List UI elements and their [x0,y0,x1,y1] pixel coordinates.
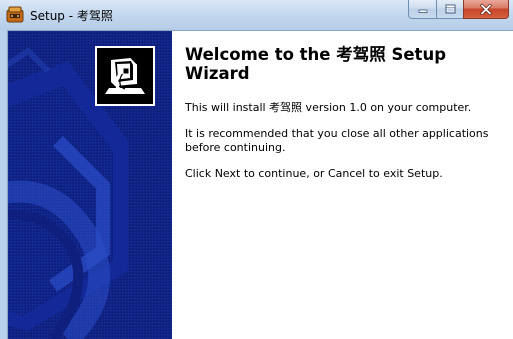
maximize-button[interactable] [436,0,463,19]
wizard-client-area: Welcome to the 考驾照 Setup Wizard This wil… [7,30,513,339]
minimize-icon [418,9,427,13]
install-computer-icon [97,48,153,104]
close-icon [480,3,492,15]
close-button[interactable] [463,0,509,19]
wizard-heading: Welcome to the 考驾照 Setup Wizard [185,45,447,83]
maximize-icon [445,4,455,14]
recommendation-text: It is recommended that you close all oth… [185,127,489,154]
setup-app-icon [6,6,24,23]
install-description: This will install 考驾照 version 1.0 on you… [185,101,472,114]
window-title: Setup - 考驾照 [30,9,113,23]
continue-instructions: Click Next to continue, or Cancel to exi… [185,167,443,180]
title-bar[interactable]: Setup - 考驾照 [0,0,513,30]
minimize-button[interactable] [408,0,436,19]
window-controls [408,0,509,20]
setup-logo [95,46,155,106]
wizard-side-banner [8,31,172,339]
setup-window: Setup - 考驾照 Welcome to the 考驾照 Setup Wiz… [0,0,513,339]
